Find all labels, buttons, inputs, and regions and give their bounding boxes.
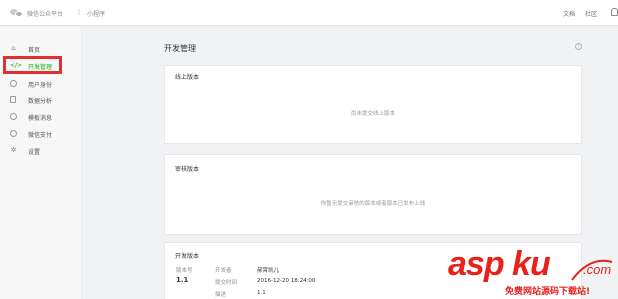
gear-icon: ✲ — [10, 146, 17, 154]
sidebar-item-label: 数据分析 — [28, 98, 53, 105]
pay-icon — [10, 130, 17, 137]
product-name: 小程序 — [87, 11, 106, 18]
help-icon[interactable]: ? — [575, 43, 582, 50]
review-version-empty-text: 你暂无提交审核的版本或者版本已发布上线 — [320, 201, 426, 207]
sidebar-item-user-identity[interactable]: 用户身份 — [0, 78, 82, 89]
wechat-logo-icon[interactable] — [10, 8, 23, 17]
description-value: 1.1 — [257, 290, 266, 296]
online-version-empty-text: 尚未提交线上版本 — [350, 111, 395, 117]
watermark-domain: .com — [583, 262, 612, 277]
sidebar-item-label: 用户身份 — [28, 82, 53, 89]
sidebar-item-template-message[interactable]: 模板消息 — [0, 111, 82, 122]
developer-value: 郝霄凯儿 — [257, 268, 280, 274]
online-version-card: 线上版本 尚未提交线上版本 — [164, 65, 582, 144]
community-link[interactable]: 社区 — [585, 9, 597, 18]
review-version-card: 审核版本 你暂无提交审核的版本或者版本已发布上线 — [164, 154, 582, 235]
submit-time-label: 提交时间 — [215, 280, 238, 286]
sidebar-item-wechat-pay[interactable]: 微信支付 — [0, 128, 82, 139]
sidebar-item-label: 首页 — [28, 47, 41, 54]
developer-label: 开发者 — [215, 268, 232, 274]
sidebar-item-label: 微信支付 — [28, 132, 53, 139]
brand-separator: | — [78, 9, 81, 16]
sidebar-item-home[interactable]: ⌂ 首页 — [0, 43, 82, 55]
page-title: 开发管理 — [164, 44, 196, 53]
template-icon — [10, 113, 17, 120]
submit-time-value: 2016-12-20 18:24:00 — [257, 278, 316, 284]
sidebar-item-label: 模板消息 — [28, 115, 53, 122]
watermark-subtitle: 免费网站源码下载站! — [505, 287, 591, 297]
notification-icon[interactable] — [611, 8, 618, 16]
analytics-icon — [10, 96, 16, 103]
card-title: 线上版本 — [175, 74, 200, 81]
sidebar-item-label: 设置 — [28, 149, 41, 156]
watermark-logo: asp ku — [448, 245, 551, 283]
active-item-highlight — [3, 56, 62, 74]
sidebar-item-settings[interactable]: ✲ 设置 — [0, 145, 82, 157]
version-value: 1.1 — [176, 276, 189, 284]
user-icon — [10, 80, 17, 87]
description-label: 描述 — [215, 292, 227, 298]
brand-name[interactable]: 微信公众平台 — [27, 9, 63, 18]
card-title: 开发版本 — [175, 253, 200, 260]
version-label: 版本号 — [176, 268, 193, 274]
sidebar-item-analytics[interactable]: 数据分析 — [0, 94, 82, 105]
docs-link[interactable]: 文档 — [563, 9, 575, 18]
card-title: 审核版本 — [175, 166, 200, 173]
top-bar: 微信公众平台 | 小程序 文档 社区 — [0, 0, 618, 26]
home-icon: ⌂ — [11, 44, 16, 52]
